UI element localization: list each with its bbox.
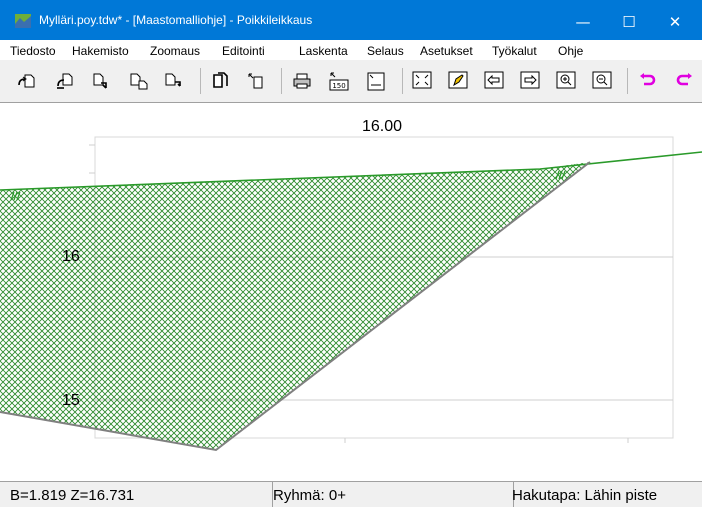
- open-icon: [18, 74, 35, 88]
- open-folder-button[interactable]: [55, 71, 75, 91]
- pan-right-icon: [520, 71, 540, 89]
- window-title: Mylläri.poy.tdw* - [Maastomalliohje] - P…: [39, 13, 313, 27]
- status-search-mode: Hakutapa: Lähin piste: [512, 487, 658, 504]
- menu-editointi[interactable]: Editointi: [222, 44, 265, 58]
- zoom-extents-button[interactable]: [412, 71, 432, 91]
- toolbar-separator: [200, 68, 201, 94]
- print-icon: [293, 73, 311, 89]
- pencil-icon: [448, 71, 468, 89]
- open-folder-icon: [57, 73, 73, 89]
- menu-zoomaus[interactable]: Zoomaus: [150, 44, 200, 58]
- status-group: Ryhmä: 0+: [263, 482, 514, 507]
- edit-button[interactable]: [448, 71, 468, 91]
- zoom-in-icon: [556, 71, 576, 89]
- title-bar: Mylläri.poy.tdw* - [Maastomalliohje] - P…: [0, 0, 702, 40]
- export-icon: [165, 73, 181, 87]
- cross-section-canvas[interactable]: 16.00 16 15: [0, 103, 702, 481]
- scale-text: 150: [332, 82, 345, 90]
- level-label-16: 16: [62, 248, 80, 265]
- cross-section-drawing: [0, 136, 702, 452]
- pan-left-icon: [484, 71, 504, 89]
- level-label-15: 15: [62, 392, 80, 409]
- save-as-button[interactable]: [129, 71, 149, 91]
- redo-icon: [676, 73, 692, 86]
- zoom-out-icon: [592, 71, 612, 89]
- maximize-button[interactable]: ☐: [606, 8, 652, 36]
- undo-button[interactable]: [638, 71, 658, 91]
- copy-button[interactable]: [211, 71, 231, 91]
- toolbar-separator: [627, 68, 628, 94]
- save-icon: [93, 73, 107, 89]
- menu-tyokalut[interactable]: Työkalut: [492, 44, 537, 58]
- window-icon: [248, 73, 263, 89]
- toolbar: 150: [0, 60, 702, 103]
- redo-button[interactable]: [674, 71, 694, 91]
- status-bar: B=1.819 Z=16.731 Ryhmä: 0+ Hakutapa: Läh…: [0, 481, 702, 507]
- pan-right-button[interactable]: [520, 71, 540, 91]
- menu-tiedosto[interactable]: Tiedosto: [10, 44, 56, 58]
- print-button[interactable]: [292, 71, 312, 91]
- copy-icon: [213, 72, 228, 88]
- print-preview-button[interactable]: [366, 71, 386, 91]
- menu-hakemisto[interactable]: Hakemisto: [72, 44, 129, 58]
- pan-left-button[interactable]: [484, 71, 504, 91]
- save-button[interactable]: [92, 71, 112, 91]
- open-button[interactable]: [17, 71, 37, 91]
- zoom-out-button[interactable]: [592, 71, 612, 91]
- app-icon: [15, 14, 31, 28]
- close-button[interactable]: ✕: [652, 8, 698, 36]
- zoom-extents-icon: [412, 71, 432, 89]
- scale-button[interactable]: 150: [329, 71, 349, 91]
- toolbar-separator: [402, 68, 403, 94]
- menu-selaus[interactable]: Selaus: [367, 44, 404, 58]
- export-button[interactable]: [164, 71, 184, 91]
- toolbar-separator: [281, 68, 282, 94]
- print-preview-icon: [367, 72, 385, 91]
- status-coordinates: B=1.819 Z=16.731: [0, 482, 273, 507]
- menu-laskenta[interactable]: Laskenta: [299, 44, 348, 58]
- menu-ohje[interactable]: Ohje: [558, 44, 583, 58]
- window-button[interactable]: [246, 71, 266, 91]
- minimize-button[interactable]: —: [560, 8, 606, 36]
- scale-icon: 150: [329, 72, 349, 91]
- menu-bar: Tiedosto Hakemisto Zoomaus Editointi Las…: [0, 40, 702, 60]
- undo-icon: [640, 73, 656, 86]
- hatched-area: [0, 162, 590, 450]
- menu-asetukset[interactable]: Asetukset: [420, 44, 473, 58]
- save-as-icon: [130, 73, 148, 90]
- zoom-in-button[interactable]: [556, 71, 576, 91]
- section-title: 16.00: [362, 118, 403, 135]
